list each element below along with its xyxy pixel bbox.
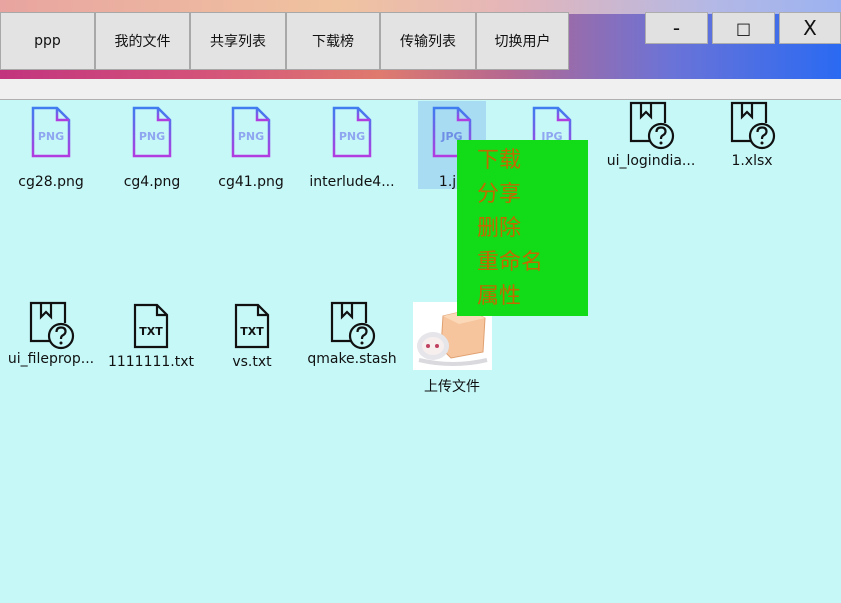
file-item[interactable]: 1.xlsx [702, 101, 802, 169]
png-file-icon: PNG [332, 106, 372, 158]
svg-text:PNG: PNG [139, 130, 165, 143]
tab-shared-list[interactable]: 共享列表 [190, 12, 286, 70]
png-file-icon: PNG [31, 106, 71, 158]
context-menu: 下载 分享 删除 重命名 属性 [457, 140, 588, 316]
file-item[interactable]: TXT vs.txt [202, 303, 302, 370]
file-name: cg41.png [218, 174, 284, 190]
png-file-icon: PNG [231, 106, 271, 158]
file-name: 1111111.txt [107, 354, 195, 370]
file-name: vs.txt [232, 354, 272, 370]
unknown-file-icon [629, 101, 675, 150]
file-name: cg28.png [18, 174, 84, 190]
tab-ppp[interactable]: ppp [0, 12, 95, 70]
file-name: 上传文件 [424, 379, 480, 395]
menu-item-rename[interactable]: 重命名 [477, 250, 543, 276]
file-name: qmake.stash [307, 351, 397, 367]
svg-text:PNG: PNG [238, 130, 264, 143]
menu-item-delete[interactable]: 删除 [477, 216, 521, 242]
file-item[interactable]: qmake.stash [302, 301, 402, 367]
file-name: cg4.png [123, 174, 181, 190]
menu-item-share[interactable]: 分享 [477, 182, 521, 208]
file-name: ui_fileprop... [7, 351, 95, 367]
file-item[interactable]: PNG interlude4... [302, 106, 402, 190]
tab-my-files[interactable]: 我的文件 [95, 12, 190, 70]
unknown-file-icon [730, 101, 776, 150]
file-item[interactable]: ui_fileprop... [1, 301, 101, 367]
file-item[interactable]: ui_logindia... [601, 101, 701, 169]
menu-item-download[interactable]: 下载 [477, 148, 521, 174]
file-name: ui_logindia... [606, 153, 696, 169]
tab-switch-user[interactable]: 切换用户 [476, 12, 569, 70]
svg-text:PNG: PNG [38, 130, 64, 143]
toolbar-strip [0, 79, 841, 99]
file-item[interactable]: PNG cg4.png [102, 106, 202, 190]
maximize-button[interactable]: □ [712, 12, 775, 44]
menu-item-properties[interactable]: 属性 [477, 284, 521, 310]
minimize-button[interactable]: - [645, 12, 708, 44]
file-name: 1.xlsx [731, 153, 773, 169]
txt-file-icon: TXT [133, 303, 169, 349]
file-item[interactable]: PNG cg28.png [1, 106, 101, 190]
svg-text:PNG: PNG [339, 130, 365, 143]
tab-download-ranking[interactable]: 下载榜 [286, 12, 380, 70]
file-name: interlude4... [309, 174, 395, 190]
svg-text:TXT: TXT [240, 325, 264, 338]
tab-transfer-list[interactable]: 传输列表 [380, 12, 476, 70]
svg-text:TXT: TXT [139, 325, 163, 338]
file-item[interactable]: TXT 1111111.txt [101, 303, 201, 370]
close-button[interactable]: X [779, 12, 841, 44]
unknown-file-icon [29, 301, 75, 350]
file-item[interactable]: PNG cg41.png [201, 106, 301, 190]
file-item[interactable]: 上传文件 [402, 374, 502, 396]
png-file-icon: PNG [132, 106, 172, 158]
unknown-file-icon [330, 301, 376, 350]
txt-file-icon: TXT [234, 303, 270, 349]
